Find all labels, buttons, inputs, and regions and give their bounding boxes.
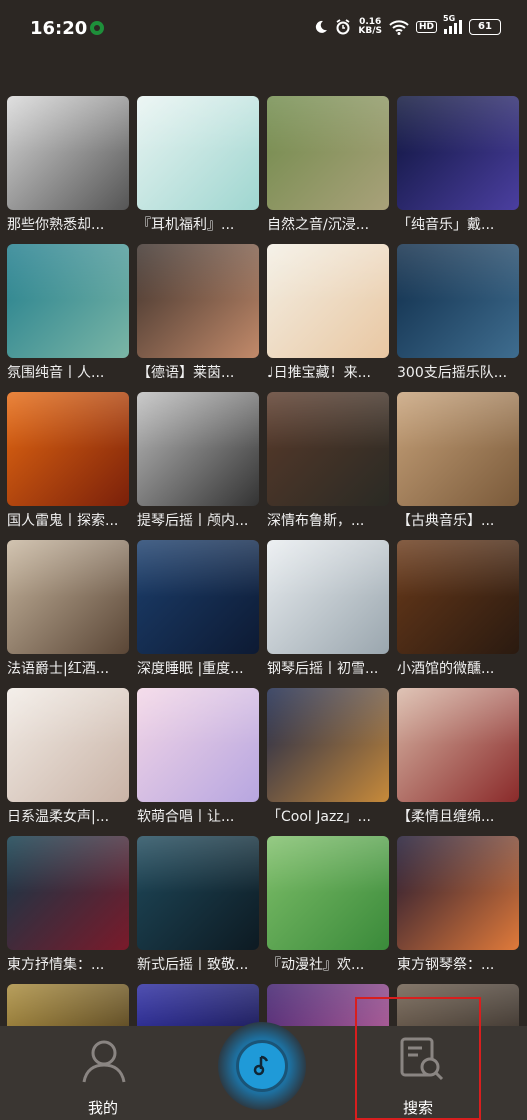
playlist-cover: [7, 836, 129, 950]
playlist-card[interactable]: 「纯音乐」戴...: [397, 96, 519, 234]
playlist-title: 日系温柔女声|...: [7, 809, 110, 825]
playlist-cover: [7, 688, 129, 802]
playlist-title: 【柔情且缠绵...: [397, 809, 495, 825]
playlist-cover: [397, 244, 519, 358]
playlist-card[interactable]: 软萌合唱丨让...: [137, 688, 259, 826]
playlist-title: 氛围纯音丨人...: [7, 365, 105, 381]
network-type: 5G: [443, 14, 456, 23]
playlist-card[interactable]: 法语爵士|红酒...: [7, 540, 129, 678]
playlist-title: 300支后摇乐队...: [397, 365, 508, 381]
playlist-cover: [267, 244, 389, 358]
playlist-card[interactable]: 東方抒情集：...: [7, 836, 129, 974]
playlist-card[interactable]: 深度睡眠 |重度...: [137, 540, 259, 678]
playlist-title: 深度睡眠 |重度...: [137, 661, 244, 677]
playlist-card[interactable]: 深情布鲁斯，...: [267, 392, 389, 530]
playlist-cover: [137, 244, 259, 358]
playlist-title: 東方钢琴祭：...: [397, 957, 495, 973]
playlist-title: 自然之音/沉浸...: [267, 217, 370, 233]
hd-badge: HD: [415, 21, 437, 33]
playlist-cover: [267, 96, 389, 210]
playlist-cover: [397, 836, 519, 950]
playlist-card[interactable]: 300支后摇乐队...: [397, 244, 519, 382]
signal-indicator: 5G: [443, 14, 462, 34]
playlist-title: 国人雷鬼丨探索...: [7, 513, 119, 529]
user-icon: [82, 1040, 126, 1083]
playlist-title: 【古典音乐】...: [397, 513, 495, 529]
playlist-title: 软萌合唱丨让...: [137, 809, 235, 825]
playlist-cover: [267, 540, 389, 654]
playlist-card[interactable]: 新式后摇丨致敬...: [137, 836, 259, 974]
playlist-card[interactable]: 『动漫社』欢...: [267, 836, 389, 974]
playlist-card[interactable]: 提琴后摇丨颅内...: [137, 392, 259, 530]
playlist-cover: [267, 836, 389, 950]
playlist-cover: [397, 688, 519, 802]
playlist-cover: [137, 540, 259, 654]
playlist-card[interactable]: 小酒馆的微醺...: [397, 540, 519, 678]
status-time: 16:20: [30, 18, 88, 39]
status-icons: 0.16 KB/S HD 5G 61: [314, 14, 501, 36]
playlist-cover: [397, 392, 519, 506]
playlist-cover: [267, 688, 389, 802]
alarm-icon: [336, 19, 350, 35]
now-playing-button[interactable]: [218, 1022, 306, 1110]
playlist-title: 「Cool Jazz」...: [267, 809, 372, 825]
net-speed-unit: KB/S: [358, 26, 382, 36]
playlist-card[interactable]: 【古典音乐】...: [397, 392, 519, 530]
moon-icon: [316, 20, 328, 33]
playlist-cover: [7, 96, 129, 210]
search-highlight-box: [355, 997, 481, 1120]
playlist-card[interactable]: 東方钢琴祭：...: [397, 836, 519, 974]
playlist-cover: [397, 96, 519, 210]
playlist-title: 『耳机福利』...: [137, 217, 235, 233]
playlist-card[interactable]: 【柔情且缠绵...: [397, 688, 519, 826]
playlist-card[interactable]: 那些你熟悉却...: [7, 96, 129, 234]
playlist-title: 那些你熟悉却...: [7, 217, 105, 233]
playlist-cover: [137, 688, 259, 802]
playlist-cover: [137, 392, 259, 506]
playlist-card[interactable]: 『耳机福利』...: [137, 96, 259, 234]
wifi-icon: [389, 20, 409, 35]
playlist-title: 提琴后摇丨颅内...: [137, 513, 249, 529]
playlist-title: 【德语】莱茵...: [137, 365, 235, 381]
playlist-title: 『动漫社』欢...: [267, 957, 365, 973]
playlist-title: 小酒馆的微醺...: [397, 661, 495, 677]
playlist-cover: [7, 392, 129, 506]
playlist-card[interactable]: 日系温柔女声|...: [7, 688, 129, 826]
app-notification-icon: [90, 21, 104, 35]
playlist-card[interactable]: ♩日推宝藏！来...: [267, 244, 389, 382]
playlist-card[interactable]: 氛围纯音丨人...: [7, 244, 129, 382]
net-speed: 0.16 KB/S: [358, 18, 382, 36]
playlist-cover: [397, 540, 519, 654]
playlist-title: 新式后摇丨致敬...: [137, 957, 249, 973]
playlist-cover: [267, 392, 389, 506]
playlist-card[interactable]: 自然之音/沉浸...: [267, 96, 389, 234]
playlist-title: 東方抒情集：...: [7, 957, 105, 973]
playlist-title: ♩日推宝藏！来...: [267, 365, 371, 381]
playlist-card[interactable]: 钢琴后摇丨初雪...: [267, 540, 389, 678]
nav-mine-label: 我的: [87, 1099, 118, 1117]
playlist-cover: [7, 244, 129, 358]
playlist-cover: [137, 836, 259, 950]
playlist-title: 「纯音乐」戴...: [397, 217, 495, 233]
battery-icon: 61: [469, 19, 501, 35]
playlist-title: 钢琴后摇丨初雪...: [267, 661, 379, 677]
playlist-cover: [137, 96, 259, 210]
playlist-title: 法语爵士|红酒...: [7, 661, 110, 677]
nav-mine[interactable]: 我的: [43, 1026, 163, 1120]
playlist-title: 深情布鲁斯，...: [267, 513, 365, 529]
music-note-icon: [253, 1055, 269, 1076]
playlist-cover: [7, 540, 129, 654]
playlist-card[interactable]: 「Cool Jazz」...: [267, 688, 389, 826]
playlist-card[interactable]: 【德语】莱茵...: [137, 244, 259, 382]
playlist-card[interactable]: 国人雷鬼丨探索...: [7, 392, 129, 530]
status-bar: 16:20 0.16 KB/S HD 5G 61: [0, 0, 527, 56]
now-playing-disc: [236, 1040, 288, 1092]
